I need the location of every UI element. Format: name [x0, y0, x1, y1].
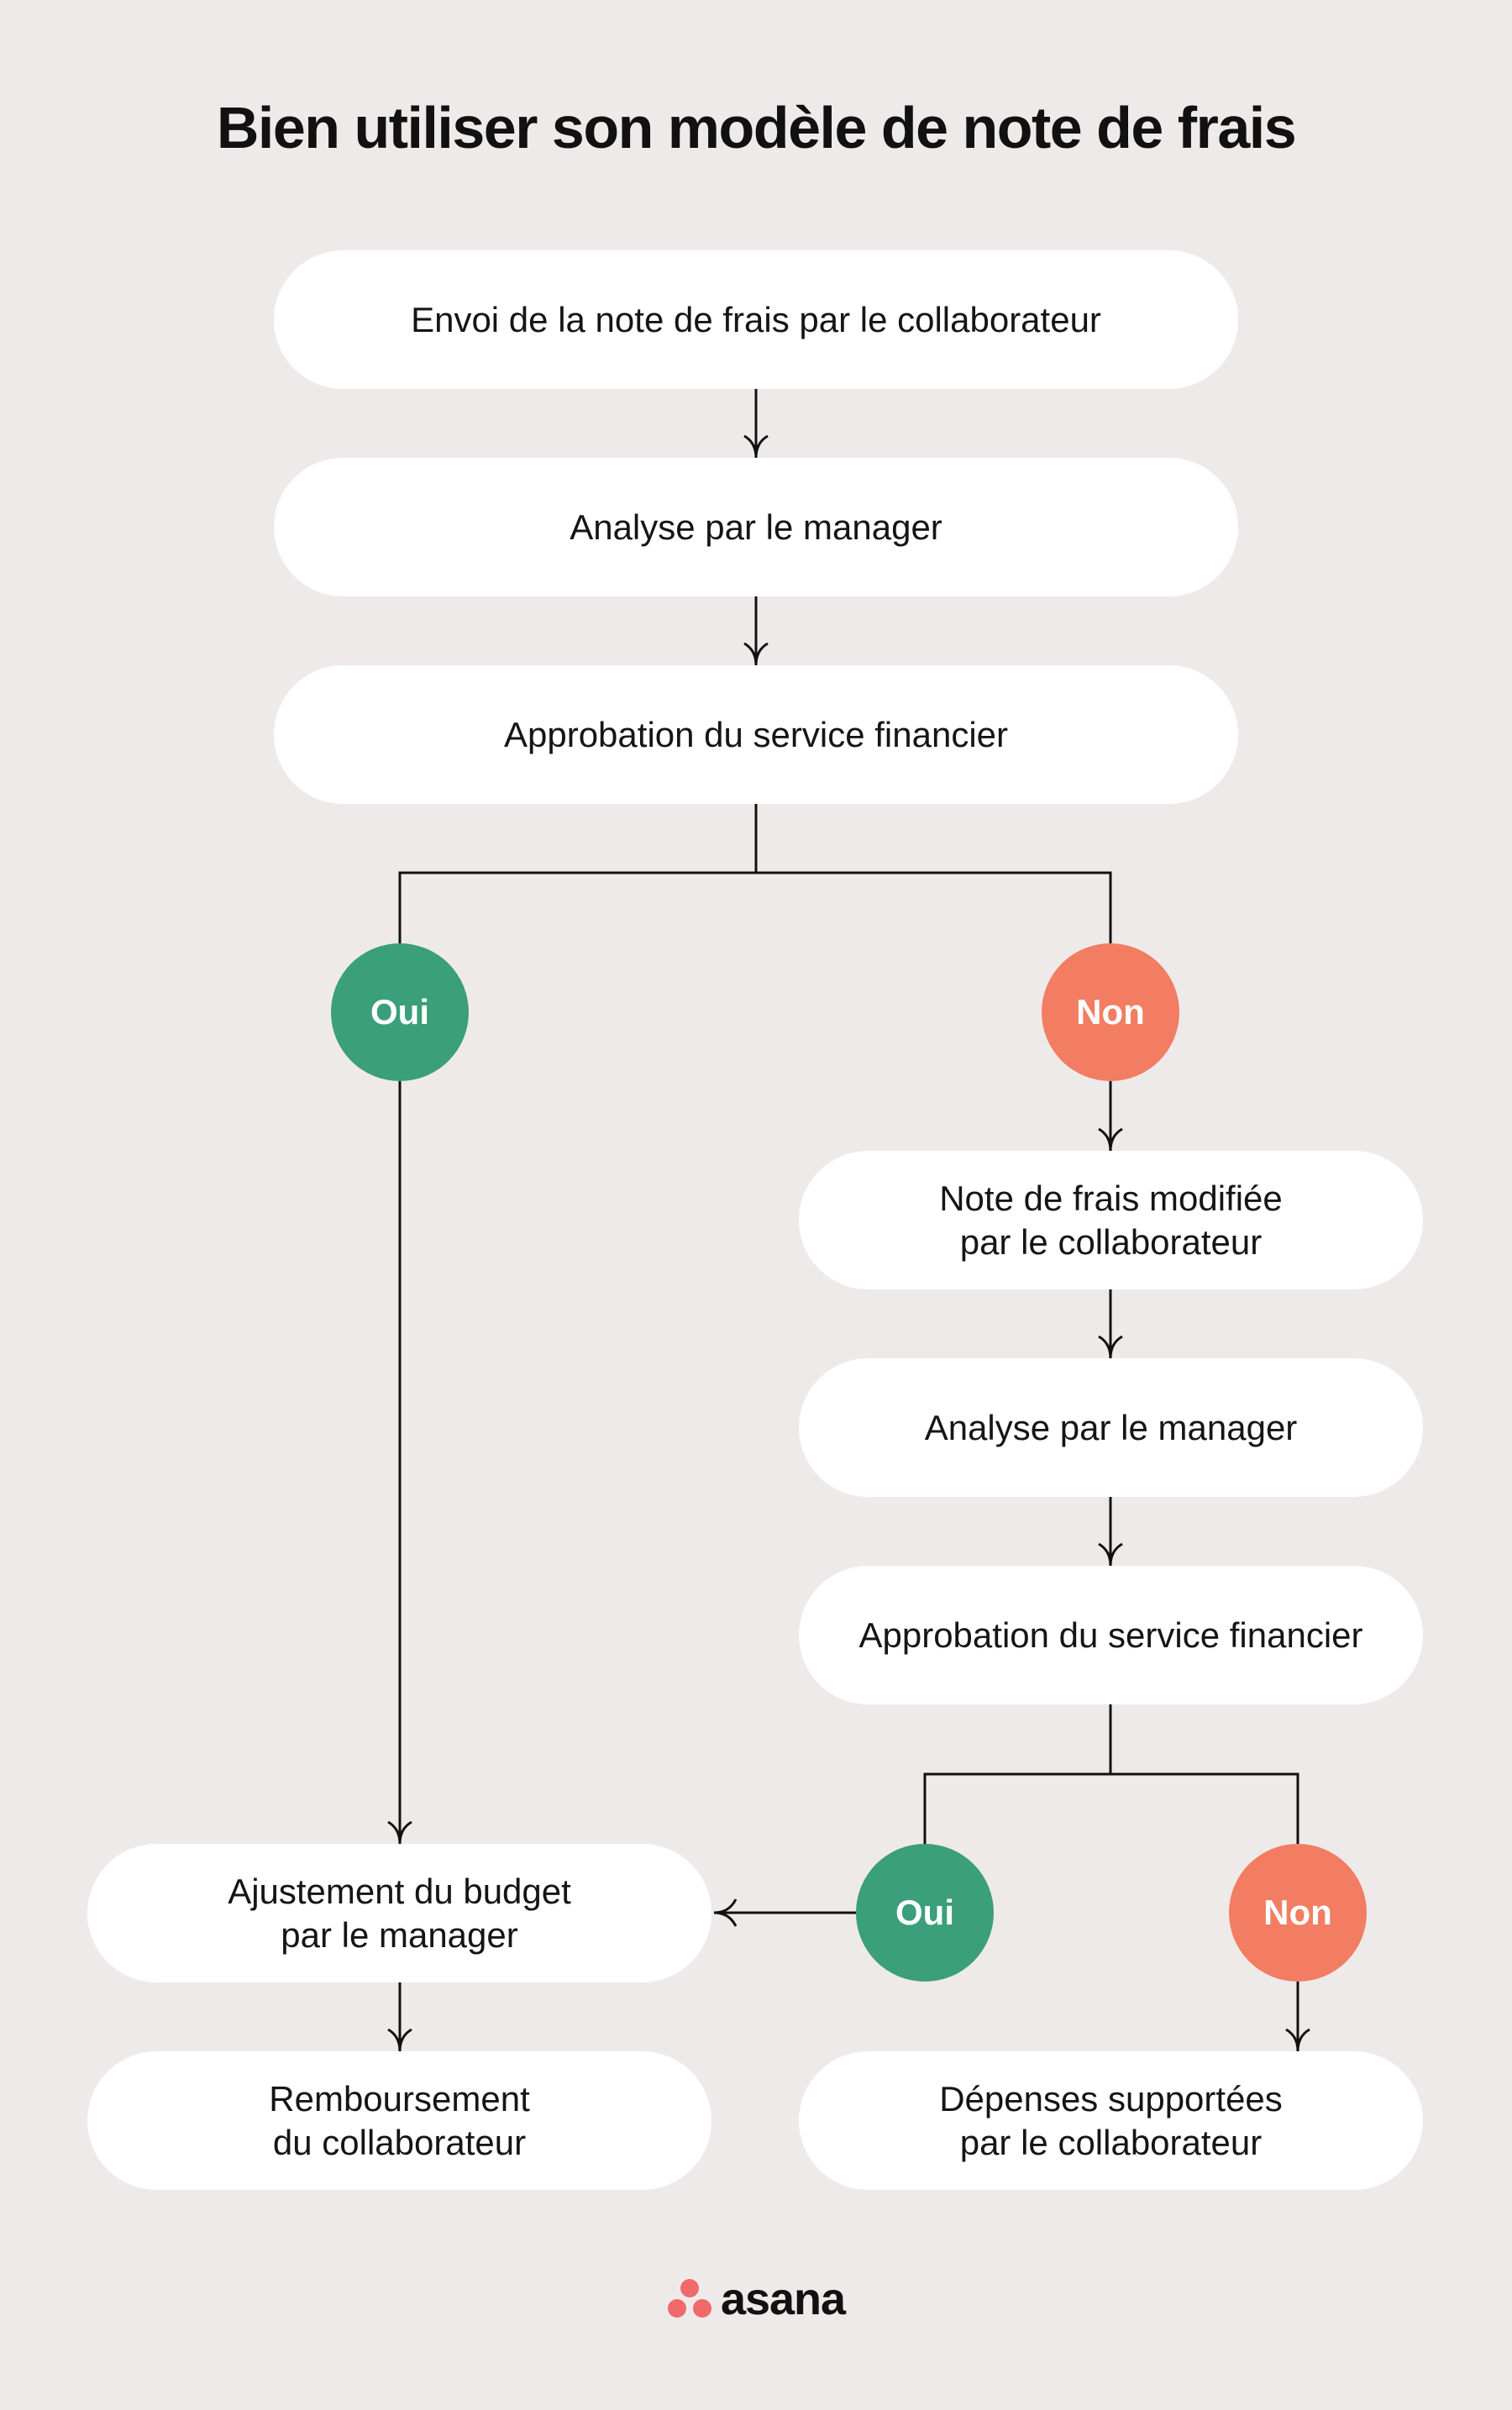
- step-analyse-manager: Analyse par le manager: [274, 458, 1238, 596]
- branch-line: [923, 1704, 1299, 1844]
- step-envoi-note: Envoi de la note de frais par le collabo…: [274, 250, 1238, 389]
- step-ajustement-budget: Ajustement du budget par le manager: [87, 1844, 711, 1982]
- asana-logo: asana: [0, 2273, 1512, 2325]
- step-remboursement: Remboursement du collaborateur: [87, 2051, 711, 2190]
- decision-oui-2: Oui: [856, 1844, 994, 1982]
- step-label: Approbation du service financier: [858, 1615, 1363, 1655]
- decision-non-2: Non: [1229, 1844, 1367, 1982]
- decision-label: Oui: [370, 992, 429, 1032]
- step-label: Approbation du service financier: [503, 714, 1009, 754]
- step-label: Analyse par le manager: [924, 1407, 1298, 1447]
- asana-dots-icon: [667, 2279, 711, 2318]
- asana-wordmark: asana: [720, 2274, 846, 2324]
- step-depenses-supportees: Dépenses supportées par le collaborateur: [799, 2051, 1423, 2190]
- decision-label: Oui: [895, 1893, 954, 1932]
- decision-label: Non: [1076, 992, 1145, 1032]
- step-label: Analyse par le manager: [570, 507, 942, 547]
- branch-line: [398, 804, 1112, 943]
- decision-non: Non: [1042, 943, 1179, 1081]
- step-label: Ajustement du budget par le manager: [228, 1871, 571, 1955]
- decision-label: Non: [1263, 1893, 1332, 1932]
- step-label: Remboursement du collaborateur: [269, 2078, 530, 2162]
- step-label: Dépenses supportées par le collaborateur: [939, 2078, 1283, 2162]
- step-note-modifiee: Note de frais modifiée par le collaborat…: [799, 1151, 1423, 1289]
- step-approbation-financier: Approbation du service financier: [274, 665, 1238, 804]
- step-approbation-financier-2: Approbation du service financier: [799, 1566, 1423, 1704]
- step-analyse-manager-2: Analyse par le manager: [799, 1358, 1423, 1497]
- step-label: Envoi de la note de frais par le collabo…: [411, 299, 1101, 339]
- step-label: Note de frais modifiée par le collaborat…: [939, 1178, 1283, 1262]
- decision-oui: Oui: [331, 943, 469, 1081]
